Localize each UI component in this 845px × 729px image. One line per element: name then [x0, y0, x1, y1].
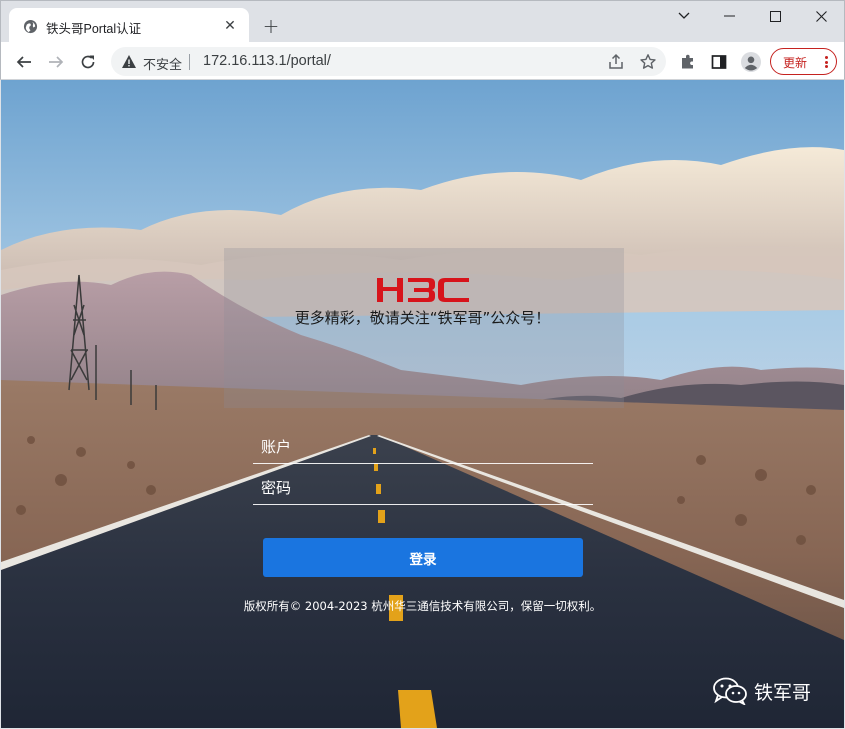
tab-title: 铁头哥Portal认证 [46, 22, 142, 36]
extensions-puzzle-icon[interactable] [677, 51, 699, 73]
url-text[interactable]: 172.16.113.1/portal/ [203, 53, 331, 69]
copyright-text: 版权所有© 2004-2023 杭州华三通信技术有限公司，保留一切权利。 [243, 599, 602, 613]
address-bar[interactable]: 不安全 172.16.113.1/portal/ [111, 47, 666, 76]
page-viewport: 更多精彩，敬请关注“铁军哥”公众号！ 账户 密码 登录 版权所有© 2004-2… [1, 80, 844, 728]
close-tab-icon[interactable]: ✕ [221, 17, 239, 35]
password-placeholder[interactable]: 密码 [261, 477, 291, 498]
reload-button[interactable] [75, 49, 101, 75]
security-label[interactable]: 不安全 [143, 54, 182, 73]
profile-avatar-icon[interactable] [740, 51, 762, 73]
forward-button[interactable] [43, 49, 69, 75]
new-tab-button[interactable]: + [259, 14, 283, 38]
login-button[interactable]: 登录 [263, 538, 583, 577]
browser-tab[interactable]: 铁头哥Portal认证 ✕ [9, 8, 249, 43]
globe-icon [23, 19, 38, 34]
h3c-logo [377, 278, 469, 302]
username-placeholder[interactable]: 账户 [261, 436, 291, 457]
close-window-button[interactable] [798, 1, 844, 31]
login-panel [224, 248, 624, 408]
warning-icon[interactable] [121, 54, 137, 70]
arrow-right-icon [49, 56, 64, 68]
reload-icon [81, 55, 95, 69]
wechat-icon [713, 677, 747, 705]
side-panel-icon[interactable] [708, 51, 730, 73]
more-menu-icon[interactable] [819, 54, 833, 70]
slogan-text: 更多精彩，敬请关注“铁军哥”公众号！ [294, 309, 551, 327]
update-button[interactable]: 更新 [770, 48, 837, 75]
browser-toolbar: 不安全 172.16.113.1/portal/ 更新 [0, 42, 845, 80]
minimize-button[interactable] [706, 1, 752, 31]
username-field[interactable]: 账户 [253, 432, 593, 464]
arrow-left-icon [16, 56, 31, 68]
bookmark-star-icon[interactable] [639, 53, 657, 71]
update-label: 更新 [783, 56, 808, 70]
wechat-watermark: 铁军哥 [712, 676, 811, 706]
browser-titlebar: 铁头哥Portal认证 ✕ + [0, 0, 845, 43]
tab-search-chevron-icon[interactable] [661, 1, 707, 31]
back-button[interactable] [11, 49, 37, 75]
maximize-button[interactable] [752, 1, 798, 31]
divider [189, 54, 190, 70]
watermark-text: 铁军哥 [754, 681, 812, 704]
login-button-label: 登录 [409, 551, 437, 568]
share-icon[interactable] [607, 53, 625, 71]
password-field[interactable]: 密码 [253, 473, 593, 505]
